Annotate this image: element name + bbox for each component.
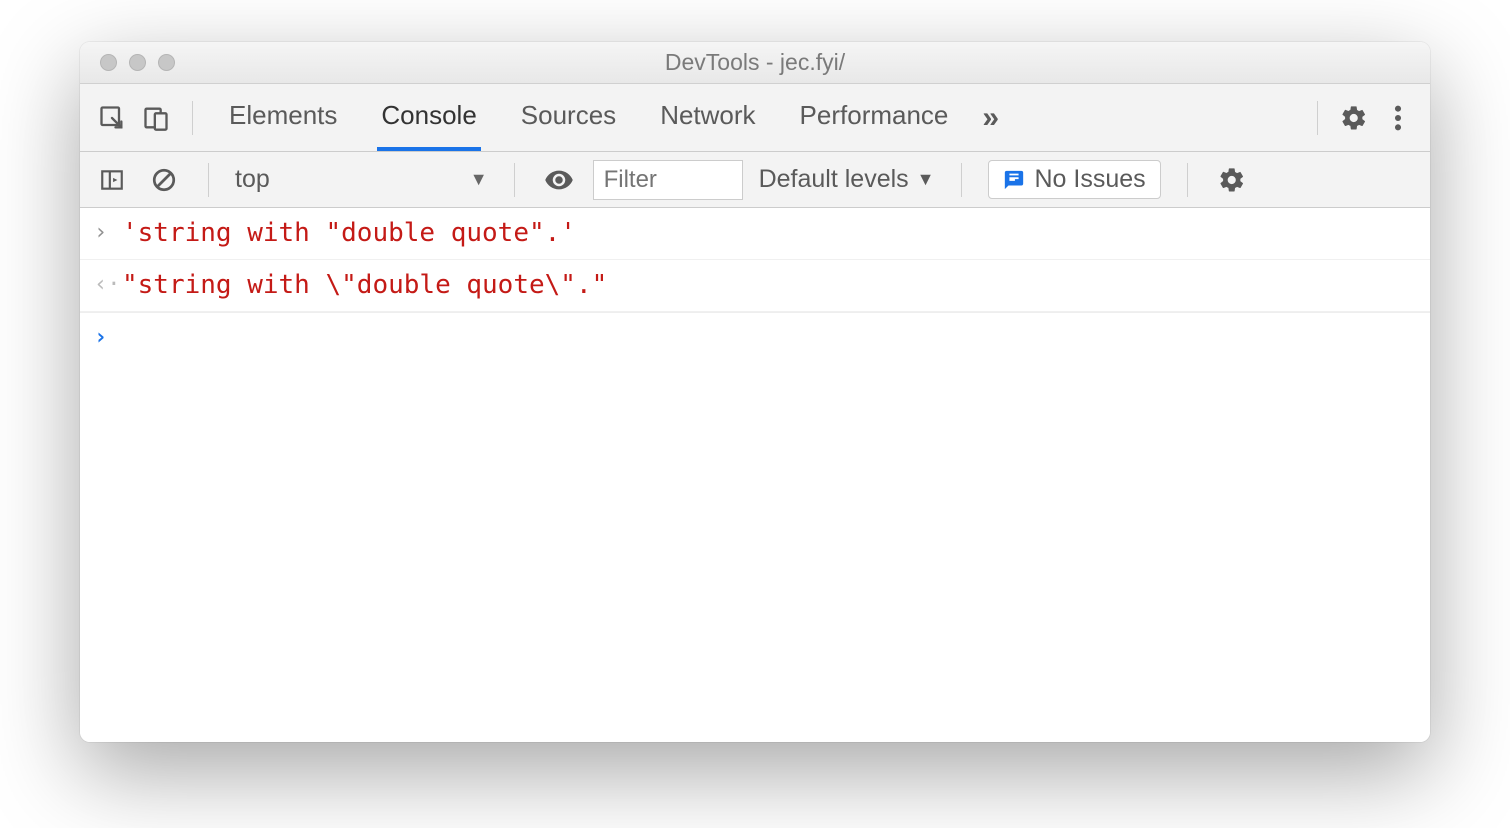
chevron-down-icon: ▼ (917, 169, 935, 190)
divider (961, 163, 962, 197)
console-toolbar: top ▼ Default levels ▼ No Issues (80, 152, 1430, 208)
settings-icon[interactable] (1336, 100, 1372, 136)
tab-network[interactable]: Network (656, 84, 759, 151)
filter-input[interactable] (593, 160, 743, 200)
device-toggle-icon[interactable] (138, 100, 174, 136)
output-chevron-icon: ‹· (94, 266, 122, 301)
titlebar: DevTools - jec.fyi/ (80, 42, 1430, 84)
console-body[interactable]: › 'string with "double quote".' ‹· "stri… (80, 208, 1430, 742)
input-chevron-icon: › (94, 214, 122, 249)
more-tabs-icon[interactable]: » (982, 101, 999, 135)
divider (208, 163, 209, 197)
window-title: DevTools - jec.fyi/ (665, 49, 845, 76)
divider (192, 101, 193, 135)
devtools-window: DevTools - jec.fyi/ Elements Console Sou… (80, 42, 1430, 742)
tab-elements[interactable]: Elements (225, 84, 341, 151)
issues-button[interactable]: No Issues (988, 160, 1161, 199)
context-label: top (235, 165, 270, 194)
context-selector[interactable]: top ▼ (235, 165, 488, 194)
console-row-output: ‹· "string with \"double quote\"." (80, 260, 1430, 312)
console-row-input: › 'string with "double quote".' (80, 208, 1430, 260)
zoom-dot[interactable] (158, 54, 175, 71)
divider (1317, 101, 1318, 135)
divider (514, 163, 515, 197)
divider (1187, 163, 1188, 197)
live-expression-icon[interactable] (541, 162, 577, 198)
chevron-down-icon: ▼ (470, 169, 488, 190)
traffic-lights (80, 54, 175, 71)
tab-sources[interactable]: Sources (517, 84, 620, 151)
log-levels-selector[interactable]: Default levels ▼ (759, 165, 935, 194)
console-text: 'string with "double quote".' (122, 214, 576, 253)
panel-tabs: Elements Console Sources Network Perform… (225, 84, 952, 151)
issues-label: No Issues (1035, 165, 1146, 194)
minimize-dot[interactable] (129, 54, 146, 71)
console-prompt-row[interactable]: › (80, 312, 1430, 360)
panel-tabbar: Elements Console Sources Network Perform… (80, 84, 1430, 152)
sidebar-toggle-icon[interactable] (94, 162, 130, 198)
prompt-chevron-icon: › (94, 319, 122, 354)
inspect-element-icon[interactable] (94, 100, 130, 136)
tab-performance[interactable]: Performance (796, 84, 953, 151)
prompt-input[interactable] (122, 319, 1416, 347)
console-text: "string with \"double quote\"." (122, 266, 607, 305)
console-settings-icon[interactable] (1214, 162, 1250, 198)
tab-console[interactable]: Console (377, 84, 480, 151)
close-dot[interactable] (100, 54, 117, 71)
kebab-menu-icon[interactable] (1380, 100, 1416, 136)
issues-icon (1003, 169, 1025, 191)
levels-label: Default levels (759, 165, 909, 194)
clear-console-icon[interactable] (146, 162, 182, 198)
